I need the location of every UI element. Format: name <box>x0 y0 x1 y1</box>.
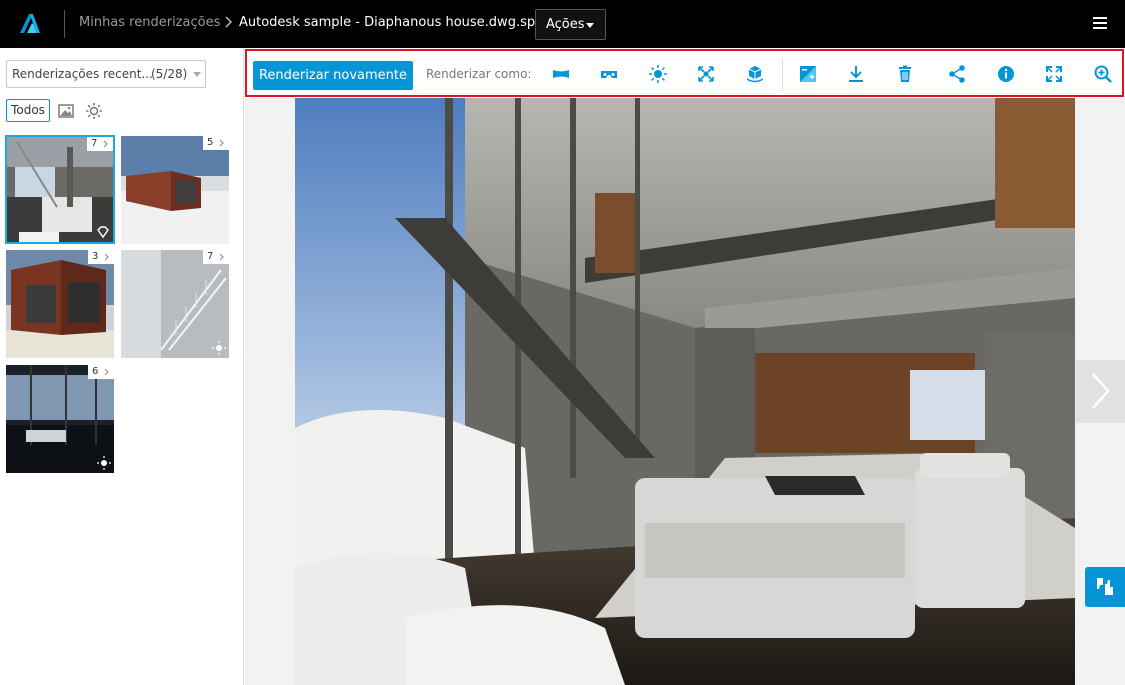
version-count-badge: 3 <box>88 250 114 264</box>
version-count-badge: 6 <box>88 365 114 379</box>
version-count-badge: 7 <box>203 250 229 264</box>
render-as-label: Renderizar como: <box>426 67 532 81</box>
interior-render-scene <box>295 98 1075 685</box>
share-icon[interactable] <box>947 64 967 84</box>
sun-filter-icon[interactable] <box>85 102 103 120</box>
rendering-thumbnail[interactable]: 7 <box>121 250 229 358</box>
caret-down-icon <box>586 23 594 28</box>
top-header: Minhas renderizações Autodesk sample - D… <box>0 0 1125 48</box>
feedback-button[interactable] <box>1085 567 1125 607</box>
sun-icon <box>212 341 226 355</box>
image-filter-icon[interactable] <box>57 102 75 120</box>
header-divider <box>64 10 65 38</box>
stereo-panorama-icon[interactable] <box>599 64 619 84</box>
actions-label: Ações <box>546 17 585 32</box>
fullscreen-icon[interactable] <box>1044 64 1064 84</box>
render-again-button[interactable]: Renderizar novamente <box>253 61 413 90</box>
filter-all-button[interactable]: Todos <box>6 99 50 122</box>
toolbar-divider <box>782 58 783 90</box>
breadcrumb-chevron-icon <box>225 16 233 28</box>
turntable-icon[interactable] <box>745 64 765 84</box>
rendering-thumbnail[interactable]: 6 <box>6 365 114 473</box>
rendering-thumbnail[interactable]: 5 <box>121 136 229 244</box>
breadcrumb-current-file: Autodesk sample - Diaphanous house.dwg.s… <box>239 15 544 30</box>
exterior-render-image <box>6 250 114 358</box>
filter-count: (5/28) <box>151 67 188 81</box>
rendering-thumbnail[interactable]: 7 <box>5 135 115 244</box>
delete-icon[interactable] <box>895 64 915 84</box>
renderings-sidebar: Renderizações recent... (5/28) Todos 7 5… <box>0 48 244 685</box>
adjust-exposure-icon[interactable] <box>798 64 818 84</box>
filter-label: Renderizações recent... <box>12 67 153 81</box>
thumbs-feedback-icon <box>1097 578 1113 595</box>
illuminance-icon[interactable] <box>648 64 668 84</box>
hamburger-menu-icon[interactable] <box>1093 17 1107 29</box>
exterior-render-image <box>121 136 229 244</box>
next-image-button[interactable] <box>1076 360 1125 423</box>
zoom-in-icon[interactable] <box>1093 64 1113 84</box>
version-count-badge: 7 <box>87 137 113 151</box>
exploration-icon[interactable] <box>696 64 716 84</box>
diamond-icon <box>97 226 109 239</box>
renderings-filter-select[interactable]: Renderizações recent... (5/28) <box>6 60 206 88</box>
render-preview-image[interactable] <box>295 98 1075 685</box>
info-icon[interactable] <box>996 64 1016 84</box>
chevron-right-icon <box>1092 373 1110 409</box>
render-toolbar: Renderizar novamente Renderizar como: <box>245 49 1124 97</box>
autodesk-logo-icon[interactable] <box>18 12 42 34</box>
caret-down-icon <box>193 72 201 77</box>
download-icon[interactable] <box>846 64 866 84</box>
panorama-icon[interactable] <box>551 64 571 84</box>
actions-dropdown[interactable]: Ações <box>535 9 606 40</box>
rendering-thumbnail[interactable]: 3 <box>6 250 114 358</box>
sun-icon <box>97 456 111 470</box>
version-count-badge: 5 <box>203 136 229 150</box>
breadcrumb-my-renderings[interactable]: Minhas renderizações <box>79 15 220 30</box>
